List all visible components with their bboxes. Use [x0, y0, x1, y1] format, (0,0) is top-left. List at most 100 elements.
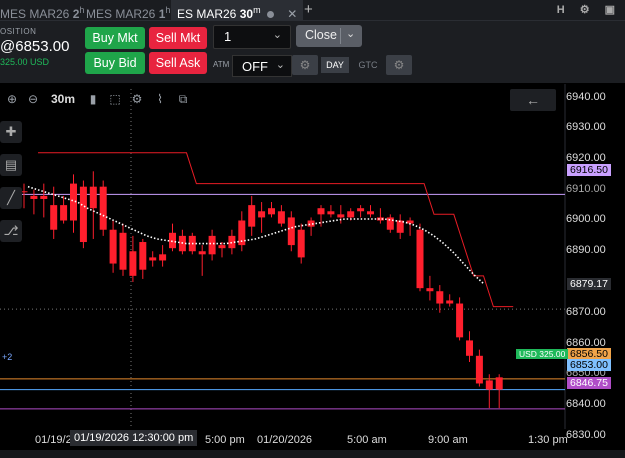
close-position-button[interactable]: Close ⌄ — [296, 25, 362, 47]
chart-toolbar: ⊕ ⊖ 30m ▮ ⬚ ⚙ ⌇ ⧉ — [0, 88, 200, 110]
time-tick: 5:00 am — [347, 434, 387, 446]
price-tick: 6930.00 — [566, 121, 606, 133]
tif-gtc-toggle[interactable]: GTC — [354, 57, 382, 73]
candle-body — [40, 195, 48, 199]
candle-body — [159, 254, 167, 261]
time-tick: 5:00 pm — [205, 434, 245, 446]
candle-body — [475, 355, 483, 384]
position-size-marker: +2 — [2, 352, 13, 362]
candle-body — [89, 186, 97, 209]
candle-body — [495, 377, 503, 390]
candle-body — [60, 205, 68, 221]
atm-label: ATM — [213, 60, 230, 69]
candle-body — [337, 214, 345, 218]
candle-body — [218, 245, 226, 249]
tab-mes-2h[interactable]: MES MAR26 2h — [0, 0, 85, 21]
indicators-icon[interactable]: ⌇ — [151, 88, 169, 110]
window-controls[interactable]: H ⚙ ▣ — [557, 0, 621, 20]
candle-body — [79, 186, 87, 243]
sell-ask-button[interactable]: Sell Ask — [149, 52, 207, 74]
time-tick: 1:30 pm — [528, 434, 568, 446]
unsaved-dot-icon — [266, 11, 274, 19]
tab-resolution: 30 — [239, 7, 254, 21]
price-tick: 6940.00 — [566, 91, 606, 103]
tab-symbol: MES MAR26 — [86, 7, 156, 21]
chevron-down-icon: ⌄ — [275, 59, 285, 71]
new-tab-button[interactable]: + — [304, 0, 313, 20]
candle-body — [485, 380, 493, 390]
price-tick: 6890.00 — [566, 244, 606, 256]
candle-body — [297, 229, 305, 258]
candle-body — [347, 211, 355, 218]
candle-body — [426, 288, 434, 292]
buy-mkt-button[interactable]: Buy Mkt — [85, 27, 145, 49]
candle-body — [317, 208, 325, 215]
price-tick: 6830.00 — [566, 429, 606, 441]
chevron-down-icon[interactable]: ⌄ — [346, 27, 355, 40]
select-area-icon[interactable]: ⬚ — [106, 88, 124, 110]
order-entry-icon[interactable]: ▤ — [0, 154, 22, 176]
price-tick: 6910.00 — [566, 183, 606, 195]
price-chart[interactable] — [0, 84, 625, 458]
candle-body — [248, 205, 256, 227]
tif-settings-gear-icon[interactable]: ⚙ — [386, 55, 412, 75]
tab-es-30m[interactable]: ES MAR26 30m ✕ — [171, 0, 303, 21]
candle-body — [446, 300, 454, 304]
tab-mes-1h[interactable]: MES MAR26 1h — [86, 0, 170, 21]
stop-price-badge: 6846.75 — [567, 377, 611, 389]
lock-icon[interactable]: ⎇ — [0, 220, 22, 242]
candle-body — [119, 232, 127, 270]
zoom-in-icon[interactable]: ⊕ — [3, 88, 21, 110]
channel-upper-line — [38, 152, 514, 308]
zoom-out-icon[interactable]: ⊖ — [24, 88, 42, 110]
close-tab-icon[interactable]: ✕ — [287, 7, 297, 21]
candle-body — [30, 195, 38, 199]
close-label: Close — [305, 28, 337, 42]
candle-body — [416, 229, 424, 289]
level-price-badge: 6916.50 — [567, 164, 611, 176]
candle-body — [357, 208, 365, 212]
crosshair-tool-icon[interactable]: ✚ — [0, 121, 22, 143]
quantity-value: 1 — [224, 29, 232, 44]
tif-day-toggle[interactable]: DAY — [321, 57, 349, 73]
candle-body — [456, 303, 464, 338]
status-strip — [0, 450, 625, 458]
quantity-select[interactable]: 1 ⌄ — [213, 25, 291, 49]
candle-body — [208, 235, 216, 255]
candle-body — [287, 217, 295, 246]
candle-body — [386, 217, 394, 230]
tab-unit: h — [79, 5, 85, 15]
tab-unit: m — [253, 5, 261, 15]
time-tick: 9:00 am — [428, 434, 468, 446]
tab-bar: MES MAR26 2h MES MAR26 1h ES MAR26 30m ✕… — [0, 0, 625, 21]
atm-select[interactable]: OFF ⌄ — [232, 55, 292, 77]
candle-body — [149, 257, 157, 261]
resolution-button[interactable]: 30m — [48, 88, 78, 110]
divider — [340, 28, 341, 44]
tab-symbol: MES MAR26 — [0, 7, 70, 21]
candle-body — [169, 232, 176, 249]
price-tick: 6920.00 — [566, 152, 606, 164]
time-tick: 01/19/2 — [35, 434, 72, 446]
back-arrow-button[interactable]: ← — [510, 89, 556, 111]
time-tick: 01/20/2026 — [257, 434, 313, 446]
chevron-down-icon: ⌄ — [272, 29, 282, 41]
price-tick: 6900.00 — [566, 213, 606, 225]
position-pnl-badge: USD 325.00 — [516, 349, 569, 359]
candle-body — [327, 211, 335, 215]
candle-body — [436, 291, 444, 304]
candle-body — [109, 229, 117, 264]
gear-icon[interactable]: ⚙ — [128, 88, 146, 110]
templates-icon[interactable]: ⧉ — [174, 88, 192, 110]
candle-style-icon[interactable]: ▮ — [84, 88, 102, 110]
atm-value: OFF — [242, 59, 268, 74]
trendline-tool-icon[interactable]: ╱ — [0, 187, 22, 209]
crosshair-time-badge: 01/19/2026 12:30:00 pm — [70, 430, 198, 446]
order-panel: OSITION @6853.00 325.00 USD Buy Mkt Sell… — [0, 21, 625, 83]
position-label: OSITION — [0, 27, 37, 36]
buy-bid-button[interactable]: Buy Bid — [85, 52, 145, 74]
atm-settings-gear-icon[interactable]: ⚙ — [292, 55, 318, 75]
candle-body — [129, 251, 137, 276]
candle-body — [466, 340, 473, 356]
sell-mkt-button[interactable]: Sell Mkt — [149, 27, 207, 49]
